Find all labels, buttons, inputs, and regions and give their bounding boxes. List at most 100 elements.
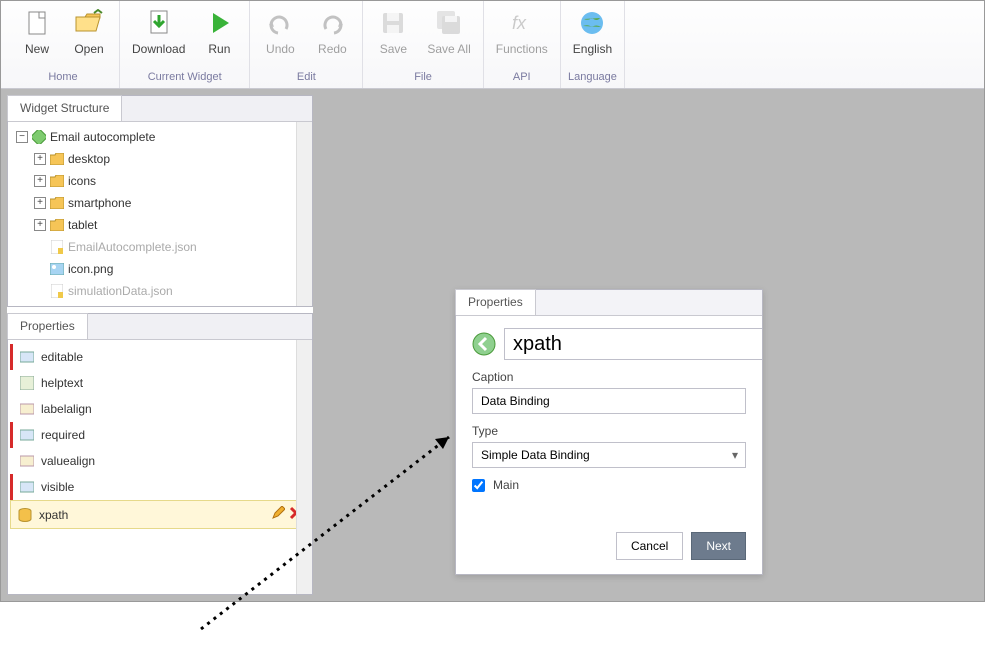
prop-label: editable: [41, 350, 83, 364]
ribbon-group-api: fx Functions API: [484, 1, 561, 88]
new-file-icon: [21, 7, 53, 39]
back-button[interactable]: [472, 331, 496, 357]
next-button[interactable]: Next: [691, 532, 746, 560]
ribbon-group-language: English Language: [561, 1, 625, 88]
group-label-file: File: [414, 70, 432, 86]
folder-label: smartphone: [68, 196, 131, 210]
expand-icon[interactable]: +: [34, 219, 46, 231]
prop-label: labelalign: [41, 402, 92, 416]
expand-icon[interactable]: +: [34, 197, 46, 209]
image-file-icon: [49, 261, 65, 277]
workspace: Widget Structure − Email autocomplete + …: [1, 89, 984, 601]
folder-icon: [49, 151, 65, 167]
functions-button[interactable]: fx Functions: [488, 3, 556, 60]
prop-label: xpath: [39, 508, 68, 522]
undo-label: Undo: [266, 42, 295, 56]
open-folder-icon: [73, 7, 105, 39]
file-label: icon.png: [68, 262, 113, 276]
prop-label: required: [41, 428, 85, 442]
type-select[interactable]: [472, 442, 746, 468]
folder-label: icons: [68, 174, 96, 188]
tree-file-json1[interactable]: EmailAutocomplete.json: [32, 236, 310, 258]
tree-folder-desktop[interactable]: + desktop: [32, 148, 310, 170]
group-label-home: Home: [48, 70, 77, 86]
redo-button[interactable]: Redo: [306, 3, 358, 60]
widget-structure-tab[interactable]: Widget Structure: [7, 95, 122, 121]
tree-root[interactable]: − Email autocomplete: [14, 126, 310, 148]
cancel-button[interactable]: Cancel: [616, 532, 683, 560]
saveall-label: Save All: [427, 42, 470, 56]
prop-xpath[interactable]: xpath: [10, 500, 310, 529]
folder-icon: [49, 173, 65, 189]
new-label: New: [25, 42, 49, 56]
group-label-lang: Language: [568, 70, 617, 86]
save-all-icon: [433, 7, 465, 39]
tree-folder-icons[interactable]: + icons: [32, 170, 310, 192]
saveall-button[interactable]: Save All: [419, 3, 478, 60]
prop-editable[interactable]: editable: [10, 344, 310, 370]
tree-file-json2[interactable]: simulationData.json: [32, 280, 310, 302]
open-button[interactable]: Open: [63, 3, 115, 60]
download-label: Download: [132, 42, 185, 56]
globe-icon: [576, 7, 608, 39]
file-label: EmailAutocomplete.json: [68, 240, 197, 254]
prop-visible[interactable]: visible: [10, 474, 310, 500]
property-list: editable helptext labelalign required: [10, 344, 310, 529]
main-label: Main: [493, 478, 519, 492]
scrollbar[interactable]: [296, 122, 312, 306]
folder-icon: [49, 217, 65, 233]
prop-labelalign[interactable]: labelalign: [10, 396, 310, 422]
property-icon: [19, 401, 35, 417]
prop-label: helptext: [41, 376, 83, 390]
edit-icon[interactable]: [271, 506, 285, 523]
functions-icon: fx: [506, 7, 538, 39]
open-label: Open: [74, 42, 103, 56]
save-icon: [377, 7, 409, 39]
save-button[interactable]: Save: [367, 3, 419, 60]
prop-valuealign[interactable]: valuealign: [10, 448, 310, 474]
ribbon-group-file: Save Save All File: [363, 1, 483, 88]
scrollbar[interactable]: [296, 340, 312, 594]
tree-folder-smartphone[interactable]: + smartphone: [32, 192, 310, 214]
property-icon: [19, 349, 35, 365]
redo-label: Redo: [318, 42, 347, 56]
folder-label: desktop: [68, 152, 110, 166]
prop-label: valuealign: [41, 454, 95, 468]
download-icon: [143, 7, 175, 39]
caption-label: Caption: [472, 370, 746, 384]
folder-label: tablet: [68, 218, 97, 232]
file-label: simulationData.json: [68, 284, 173, 298]
chevron-down-icon: ▾: [732, 448, 738, 462]
group-label-api: API: [513, 70, 531, 86]
expand-icon[interactable]: +: [34, 153, 46, 165]
run-label: Run: [208, 42, 230, 56]
expand-icon[interactable]: +: [34, 175, 46, 187]
main-checkbox[interactable]: [472, 479, 485, 492]
run-button[interactable]: Run: [193, 3, 245, 60]
svg-text:fx: fx: [512, 13, 527, 33]
json-file-icon: [49, 239, 65, 255]
database-icon: [17, 507, 33, 523]
dialog-tab[interactable]: Properties: [455, 289, 536, 315]
tree-file-png[interactable]: icon.png: [32, 258, 310, 280]
group-label-cw: Current Widget: [148, 70, 222, 86]
new-button[interactable]: New: [11, 3, 63, 60]
properties-tab[interactable]: Properties: [7, 313, 88, 339]
ribbon-group-edit: Undo Redo Edit: [250, 1, 363, 88]
tree-folder-tablet[interactable]: + tablet: [32, 214, 310, 236]
undo-button[interactable]: Undo: [254, 3, 306, 60]
prop-helptext[interactable]: helptext: [10, 370, 310, 396]
save-label: Save: [380, 42, 407, 56]
download-button[interactable]: Download: [124, 3, 193, 60]
widget-tree: − Email autocomplete + desktop +: [10, 126, 310, 302]
redo-icon: [316, 7, 348, 39]
folder-icon: [49, 195, 65, 211]
ribbon-toolbar: New Open Home Download Run: [1, 1, 984, 89]
prop-required[interactable]: required: [10, 422, 310, 448]
caption-input[interactable]: [472, 388, 746, 414]
property-icon: [19, 375, 35, 391]
type-label: Type: [472, 424, 746, 438]
collapse-icon[interactable]: −: [16, 131, 28, 143]
property-name-input[interactable]: [504, 328, 762, 360]
language-button[interactable]: English: [565, 3, 620, 60]
